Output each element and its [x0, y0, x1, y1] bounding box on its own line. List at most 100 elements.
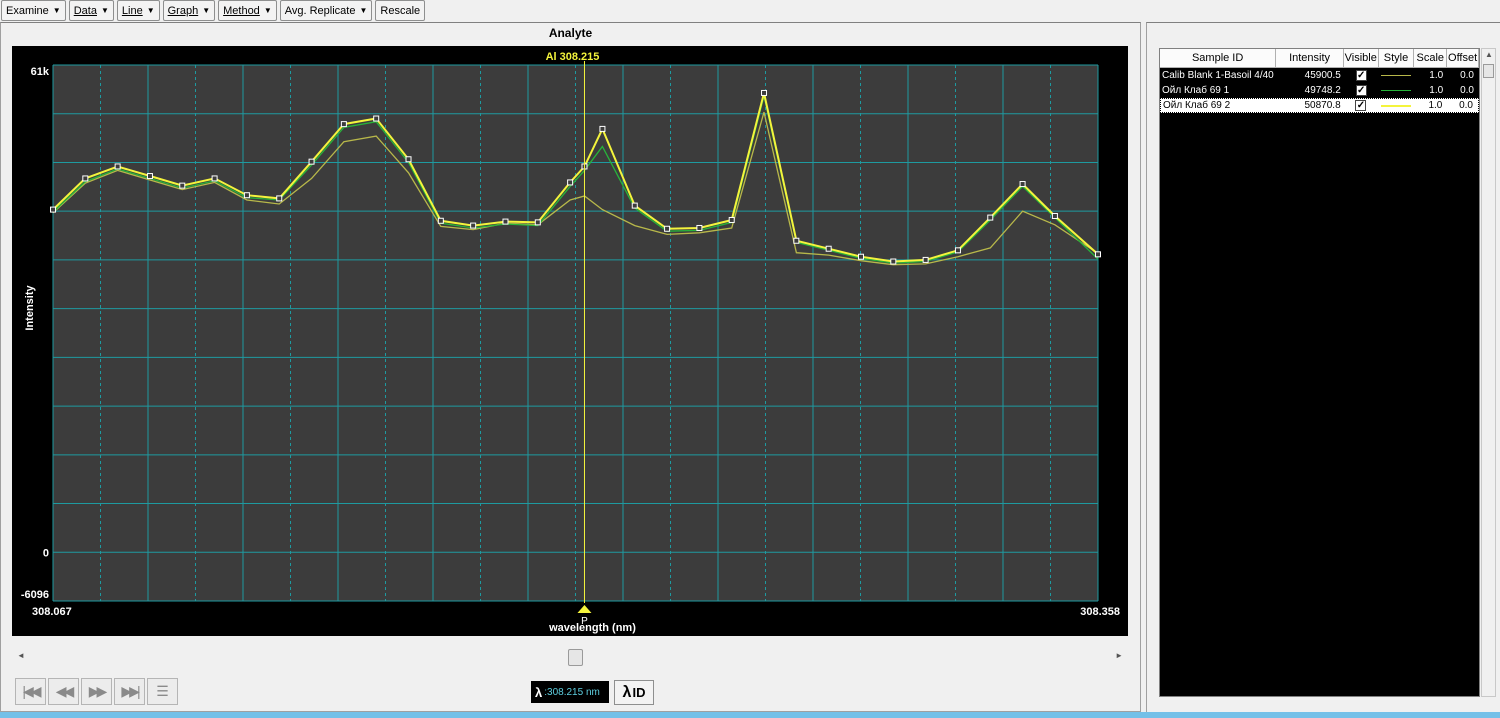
style-cell[interactable] [1379, 90, 1415, 91]
x-tick-label: 308.358 [1080, 606, 1120, 618]
data-point [567, 179, 574, 186]
data-point [987, 214, 994, 221]
list-icon: ☰ [156, 683, 169, 699]
scroll-thumb[interactable] [1483, 64, 1494, 78]
table-row[interactable]: Ойл Клаб 69 1 49748.2 ✓ 1.0 0.0 [1160, 83, 1479, 98]
column-header[interactable]: Style [1378, 49, 1415, 68]
next-button[interactable]: ▶▶ [81, 678, 112, 705]
avg-replicate-menu[interactable]: Avg. Replicate ▼ [279, 0, 373, 21]
list-button[interactable]: ☰ [147, 678, 178, 705]
intensity-cell: 49748.2 [1304, 85, 1341, 96]
table-header: Sample ID Intensity Visible Style Scale … [1160, 49, 1479, 68]
x-tick-label: 308.067 [32, 606, 72, 618]
data-point [243, 192, 250, 199]
spectrum-chart-svg[interactable]: P Al 308.215 Intensity wavelength (nm) 6… [12, 46, 1128, 636]
data-point [470, 222, 477, 229]
column-header[interactable]: Sample ID [1160, 49, 1277, 68]
fast-forward-icon: ▶▶ [88, 683, 107, 699]
chart-horizontal-scrollbar[interactable]: ◄ ► [12, 649, 1128, 666]
data-point [276, 195, 283, 202]
skip-last-icon: ▶▶| [121, 683, 140, 699]
table-row-selected[interactable]: Ойл Клаб 69 2 50870.8 ✓ 1.0 0.0 [1160, 98, 1479, 113]
scroll-thumb[interactable] [568, 649, 583, 666]
examine-menu[interactable]: Examine ▼ [1, 0, 66, 21]
line-style-swatch [1381, 75, 1412, 76]
data-point [631, 202, 638, 209]
rescale-button[interactable]: Rescale [375, 0, 426, 21]
offset-cell[interactable]: 0.0 [1447, 85, 1479, 96]
data-point [502, 218, 509, 225]
line-style-swatch [1380, 104, 1411, 107]
rescale-button-label: Rescale [380, 4, 421, 17]
data-point [373, 115, 380, 122]
graph-menu[interactable]: Graph ▼ [162, 0, 216, 21]
data-point [890, 258, 897, 265]
navigation-bar: |◀◀ ◀◀ ▶▶ ▶▶| ☰ [15, 678, 178, 705]
column-header[interactable]: Visible [1343, 49, 1379, 68]
caret-down-icon: ▼ [52, 6, 61, 15]
data-point [761, 89, 768, 96]
sample-id-cell: Ойл Клаб 69 1 [1162, 85, 1230, 96]
lambda-id-button[interactable]: λ ID [614, 680, 654, 705]
data-point [793, 237, 800, 244]
line-menu[interactable]: Line ▼ [116, 0, 160, 21]
x-axis-label: wavelength (nm) [548, 622, 636, 634]
data-point [954, 247, 961, 254]
data-point [1019, 181, 1026, 188]
table-row[interactable]: Calib Blank 1-Basoil 4/40 45900.5 ✓ 1.0 … [1160, 68, 1479, 83]
data-point [534, 219, 541, 226]
data-point [114, 163, 121, 170]
data-point [1095, 251, 1101, 258]
method-menu[interactable]: Method ▼ [218, 0, 277, 21]
data-point [922, 256, 929, 263]
y-axis-label: Intensity [24, 285, 36, 331]
spectrum-chart[interactable]: P Al 308.215 Intensity wavelength (nm) 6… [12, 46, 1128, 636]
panel-title: Analyte [548, 26, 593, 40]
line-menu-label: Line [121, 4, 143, 17]
intensity-cell: 50870.8 [1304, 100, 1341, 111]
column-header[interactable]: Offset [1447, 49, 1479, 68]
intensity-cell: 45900.5 [1304, 70, 1341, 81]
peak-marker-icon[interactable] [577, 605, 592, 613]
visible-checkbox[interactable]: ✓ [1355, 100, 1367, 111]
scale-cell[interactable]: 1.0 [1414, 100, 1447, 111]
data-point [696, 224, 703, 231]
data-point [664, 225, 671, 232]
scale-cell[interactable]: 1.0 [1414, 85, 1447, 96]
y-tick-label: -6096 [21, 589, 49, 601]
previous-button[interactable]: ◀◀ [48, 678, 79, 705]
visible-checkbox[interactable]: ✓ [1355, 85, 1367, 96]
style-cell[interactable] [1379, 75, 1415, 76]
column-header[interactable]: Scale [1414, 49, 1448, 68]
samples-table[interactable]: Sample ID Intensity Visible Style Scale … [1159, 48, 1480, 697]
wavelength-readout: λ:308.215 nm [531, 681, 609, 703]
data-menu[interactable]: Data ▼ [68, 0, 114, 21]
skip-first-icon: |◀◀ [22, 683, 41, 699]
data-point [825, 245, 832, 252]
sample-id-cell: Ойл Клаб 69 2 [1163, 100, 1231, 111]
offset-cell[interactable]: 0.0 [1447, 70, 1479, 81]
first-button[interactable]: |◀◀ [15, 678, 46, 705]
lambda-symbol: λ [535, 684, 543, 700]
column-header[interactable]: Intensity [1276, 49, 1344, 68]
data-menu-label: Data [73, 4, 97, 17]
table-vertical-scrollbar[interactable]: ▲ [1481, 48, 1496, 697]
graph-menu-label: Graph [167, 4, 199, 17]
visible-checkbox[interactable]: ✓ [1355, 70, 1367, 81]
last-button[interactable]: ▶▶| [114, 678, 145, 705]
y-tick-label: 0 [43, 547, 49, 559]
data-point [50, 206, 56, 213]
style-cell[interactable] [1378, 104, 1414, 107]
scroll-left-icon[interactable]: ◄ [17, 651, 25, 660]
status-bar [0, 712, 1500, 718]
line-style-swatch [1381, 90, 1412, 91]
scroll-up-icon[interactable]: ▲ [1485, 50, 1493, 59]
scale-cell[interactable]: 1.0 [1414, 70, 1447, 81]
caret-down-icon: ▼ [146, 6, 155, 15]
data-point [82, 175, 89, 182]
scroll-right-icon[interactable]: ► [1115, 651, 1123, 660]
visible-cell: ✓ [1344, 100, 1379, 111]
offset-cell[interactable]: 0.0 [1446, 100, 1478, 111]
data-point [211, 175, 218, 182]
caret-down-icon: ▼ [202, 6, 211, 15]
